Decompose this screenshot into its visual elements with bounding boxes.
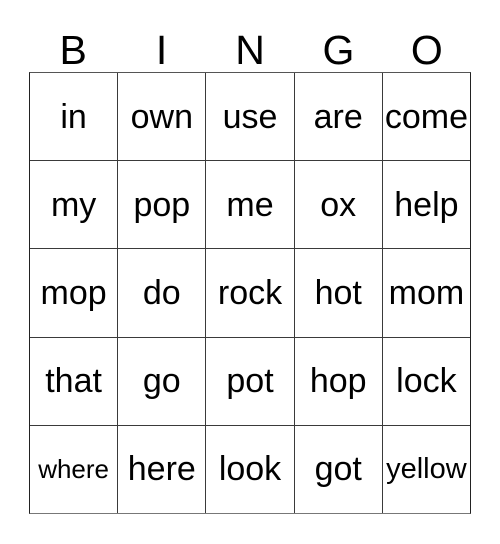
- bingo-cell-n1[interactable]: use: [205, 73, 294, 161]
- bingo-header-row: B I N G O: [29, 16, 471, 72]
- bingo-cell-b2[interactable]: my: [30, 161, 118, 249]
- bingo-header-letter-o: O: [410, 27, 443, 73]
- bingo-cell-n4[interactable]: pot: [205, 337, 294, 425]
- bingo-cell-o2[interactable]: help: [381, 161, 471, 249]
- bingo-cell-n3[interactable]: rock: [205, 249, 294, 337]
- bingo-cell-o5[interactable]: yellow: [381, 425, 471, 514]
- bingo-cell-word: lock: [396, 362, 457, 401]
- bingo-cell-word: mom: [388, 274, 465, 312]
- bingo-cell-word: pop: [133, 185, 191, 224]
- bingo-cell-word: where: [38, 454, 110, 485]
- bingo-cell-word: my: [50, 185, 97, 224]
- bingo-grid-row: that go pot hop lock: [30, 336, 471, 425]
- bingo-cell-b4[interactable]: that: [30, 337, 118, 425]
- bingo-cell-o3[interactable]: mom: [381, 249, 471, 337]
- bingo-header-letter-g: G: [322, 27, 355, 73]
- bingo-grid-row: in own use are come: [30, 73, 471, 161]
- bingo-cell-i2[interactable]: pop: [117, 161, 206, 249]
- bingo-grid: in own use are come my pop me ox help mo…: [29, 72, 471, 514]
- bingo-cell-word: pot: [226, 362, 274, 401]
- bingo-cell-g2[interactable]: ox: [293, 161, 382, 249]
- bingo-cell-b5[interactable]: where: [30, 425, 118, 514]
- bingo-grid-row: my pop me ox help: [30, 160, 471, 249]
- bingo-cell-word: are: [313, 97, 363, 136]
- bingo-cell-g3[interactable]: hot: [293, 249, 382, 337]
- bingo-cell-o1[interactable]: come: [381, 73, 471, 161]
- bingo-cell-word: ox: [320, 185, 357, 224]
- bingo-grid-row: where here look got yellow: [30, 424, 471, 514]
- bingo-cell-word: yellow: [386, 453, 467, 486]
- bingo-cell-n5[interactable]: look: [205, 425, 294, 514]
- bingo-cell-b1[interactable]: in: [30, 73, 118, 161]
- bingo-cell-word: mop: [40, 274, 107, 312]
- bingo-cell-g1[interactable]: are: [293, 73, 382, 161]
- bingo-cell-word: own: [130, 97, 193, 136]
- bingo-header-letter-n: N: [235, 27, 265, 73]
- bingo-header-letter-i: I: [155, 27, 168, 73]
- bingo-cell-word: here: [127, 450, 196, 489]
- bingo-cell-word: come: [384, 97, 468, 136]
- bingo-cell-g5[interactable]: got: [293, 425, 382, 514]
- bingo-cell-word: use: [222, 97, 278, 136]
- bingo-cell-i1[interactable]: own: [117, 73, 206, 161]
- bingo-card: B I N G O in own use are come my pop me …: [0, 0, 500, 544]
- bingo-cell-word: go: [142, 362, 181, 401]
- bingo-cell-n2[interactable]: me: [205, 161, 294, 249]
- bingo-cell-word: look: [218, 450, 282, 489]
- bingo-cell-i5[interactable]: here: [117, 425, 206, 514]
- bingo-cell-word: in: [60, 97, 87, 136]
- bingo-cell-o4[interactable]: lock: [381, 337, 471, 425]
- bingo-cell-word: that: [45, 362, 102, 401]
- bingo-cell-g4[interactable]: hop: [293, 337, 382, 425]
- bingo-cell-word: hot: [314, 274, 362, 312]
- bingo-grid-row: mop do rock hot mom: [30, 248, 471, 337]
- bingo-header-letter-b: B: [59, 27, 87, 73]
- bingo-cell-word: help: [394, 185, 459, 224]
- bingo-cell-i4[interactable]: go: [117, 337, 206, 425]
- bingo-cell-word: hop: [309, 362, 367, 401]
- bingo-cell-b3[interactable]: mop: [30, 249, 118, 337]
- bingo-cell-word: got: [314, 450, 362, 489]
- bingo-cell-i3[interactable]: do: [117, 249, 206, 337]
- bingo-cell-word: me: [226, 185, 274, 224]
- bingo-cell-word: rock: [217, 274, 283, 312]
- bingo-cell-word: do: [142, 274, 181, 312]
